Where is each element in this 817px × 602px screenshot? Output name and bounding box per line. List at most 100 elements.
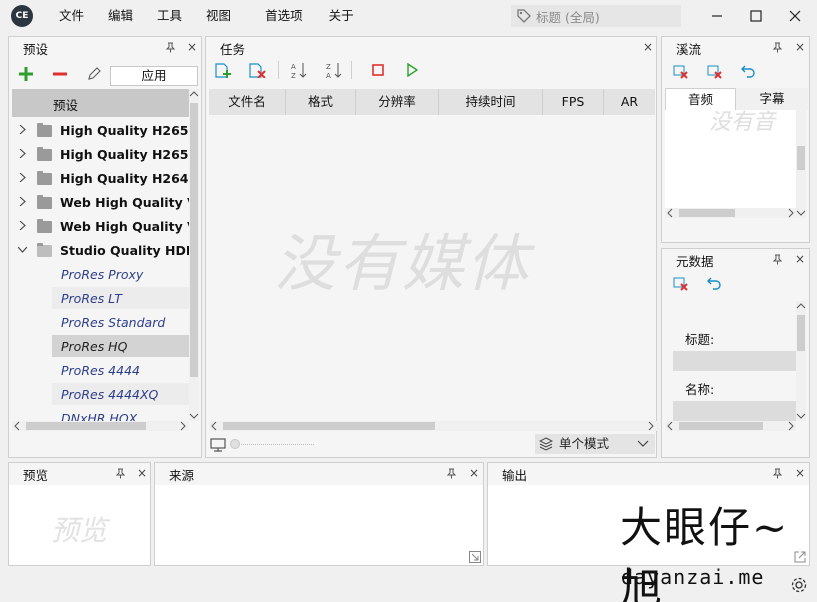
scroll-left-icon[interactable] — [209, 421, 219, 431]
presets-column-header[interactable]: 预设 — [12, 89, 199, 117]
minimize-button[interactable] — [702, 0, 732, 32]
menu-edit[interactable]: 编辑 — [96, 0, 145, 32]
app-logo-icon: CE — [11, 5, 33, 27]
menu-about[interactable]: 关于 — [315, 0, 366, 32]
clear-metadata-icon[interactable] — [673, 277, 689, 292]
global-search-input[interactable]: 标题 (全局) — [511, 5, 681, 27]
pin-icon[interactable] — [771, 253, 783, 265]
scroll-up-icon[interactable] — [189, 89, 199, 99]
metadata-horizontal-scrollbar[interactable] — [665, 421, 796, 431]
column-header-filename[interactable]: 文件名 — [209, 89, 286, 115]
menu-view[interactable]: 视图 — [194, 0, 243, 32]
streams-horizontal-scrollbar[interactable] — [665, 208, 796, 218]
scroll-up-icon[interactable] — [796, 301, 806, 311]
pin-icon[interactable] — [164, 41, 176, 53]
menu-tools[interactable]: 工具 — [145, 0, 194, 32]
column-header-fps[interactable]: FPS — [543, 89, 604, 115]
column-header-ar[interactable]: AR — [604, 89, 655, 115]
tree-child-row-selected[interactable]: ProRes HQ — [12, 335, 189, 359]
metadata-title-field[interactable] — [673, 351, 796, 371]
remove-stream-icon[interactable] — [673, 65, 689, 80]
mode-dropdown[interactable]: 单个模式 — [535, 434, 655, 454]
sort-descending-icon[interactable]: ZA — [326, 61, 342, 79]
maximize-button[interactable] — [741, 0, 771, 32]
stop-icon[interactable] — [372, 64, 384, 76]
column-header-resolution[interactable]: 分辨率 — [356, 89, 439, 115]
panel-close-icon[interactable]: × — [468, 467, 480, 479]
tree-child-row[interactable]: DNxHR HQX — [12, 407, 189, 421]
edit-pencil-icon[interactable] — [87, 66, 102, 81]
resize-corner-icon[interactable] — [469, 551, 481, 563]
play-icon[interactable] — [406, 63, 418, 77]
scroll-thumb[interactable] — [797, 315, 805, 351]
scroll-thumb[interactable] — [797, 146, 805, 170]
scroll-thumb[interactable] — [190, 103, 198, 377]
tree-group-row-expanded[interactable]: Studio Quality HDR 10 — [12, 239, 189, 263]
scroll-left-icon[interactable] — [665, 208, 675, 218]
tree-group-row[interactable]: Web High Quality VP — [12, 191, 189, 215]
tree-child-row[interactable]: ProRes 4444XQ — [12, 383, 189, 407]
panel-close-icon[interactable]: × — [794, 253, 806, 265]
add-file-icon[interactable] — [215, 62, 233, 78]
pin-icon[interactable] — [114, 467, 126, 479]
chevron-right-icon[interactable] — [18, 149, 27, 158]
streams-vertical-scrollbar[interactable] — [796, 110, 806, 218]
undo-icon[interactable] — [741, 65, 755, 78]
chevron-right-icon[interactable] — [18, 221, 27, 230]
chevron-down-icon[interactable] — [18, 245, 27, 254]
pin-icon[interactable] — [445, 467, 457, 479]
tree-group-row[interactable]: Web High Quality VP — [12, 215, 189, 239]
scroll-down-icon[interactable] — [189, 411, 199, 421]
chevron-right-icon[interactable] — [18, 125, 27, 134]
panel-close-icon[interactable]: × — [642, 41, 654, 53]
scroll-thumb[interactable] — [26, 422, 146, 430]
scroll-right-icon[interactable] — [786, 208, 796, 218]
sort-ascending-icon[interactable]: AZ — [291, 61, 307, 79]
tree-child-row[interactable]: ProRes Standard — [12, 311, 189, 335]
scroll-down-icon[interactable] — [796, 411, 806, 421]
column-header-duration[interactable]: 持续时间 — [439, 89, 543, 115]
scroll-thumb[interactable] — [679, 422, 763, 430]
settings-gear-icon[interactable] — [790, 576, 808, 594]
undo-icon[interactable] — [707, 277, 721, 290]
remove-preset-icon[interactable] — [53, 67, 67, 81]
panel-close-icon[interactable]: × — [136, 467, 148, 479]
presets-horizontal-scrollbar[interactable] — [12, 421, 189, 431]
tasks-horizontal-scrollbar[interactable] — [209, 421, 657, 431]
tree-child-row[interactable]: ProRes Proxy — [12, 263, 189, 287]
pin-icon[interactable] — [771, 41, 783, 53]
tree-group-row[interactable]: High Quality H265 8 b — [12, 143, 189, 167]
tree-group-row[interactable]: High Quality H265 HD — [12, 119, 189, 143]
panel-close-icon[interactable]: × — [794, 467, 806, 479]
presets-vertical-scrollbar[interactable] — [189, 89, 199, 421]
scroll-right-icon[interactable] — [646, 421, 656, 431]
chevron-right-icon[interactable] — [18, 197, 27, 206]
zoom-slider-handle[interactable] — [230, 439, 240, 449]
column-header-format[interactable]: 格式 — [286, 89, 356, 115]
metadata-name-field[interactable] — [673, 401, 796, 421]
monitor-icon[interactable] — [210, 437, 226, 453]
scroll-down-icon[interactable] — [796, 208, 806, 218]
tree-group-row[interactable]: High Quality H264 8 b — [12, 167, 189, 191]
scroll-thumb[interactable] — [223, 422, 435, 430]
apply-button[interactable]: 应用 — [110, 66, 198, 86]
scroll-thumb[interactable] — [679, 209, 735, 217]
menu-file[interactable]: 文件 — [47, 0, 96, 32]
panel-close-icon[interactable]: × — [186, 41, 198, 53]
add-preset-icon[interactable] — [19, 67, 33, 81]
pin-icon[interactable] — [771, 467, 783, 479]
close-window-button[interactable] — [780, 0, 810, 32]
tree-child-row[interactable]: ProRes LT — [12, 287, 189, 311]
menu-preferences[interactable]: 首选项 — [243, 0, 315, 32]
tree-child-row[interactable]: ProRes 4444 — [12, 359, 189, 383]
scroll-right-icon[interactable] — [178, 421, 188, 431]
scroll-left-icon[interactable] — [12, 421, 22, 431]
scroll-left-icon[interactable] — [665, 421, 675, 431]
zoom-slider-track[interactable] — [230, 444, 314, 445]
panel-close-icon[interactable]: × — [794, 41, 806, 53]
remove-file-icon[interactable] — [249, 62, 267, 78]
clear-streams-icon[interactable] — [707, 65, 723, 80]
scroll-right-icon[interactable] — [786, 421, 796, 431]
metadata-vertical-scrollbar[interactable] — [796, 301, 806, 421]
chevron-right-icon[interactable] — [18, 173, 27, 182]
